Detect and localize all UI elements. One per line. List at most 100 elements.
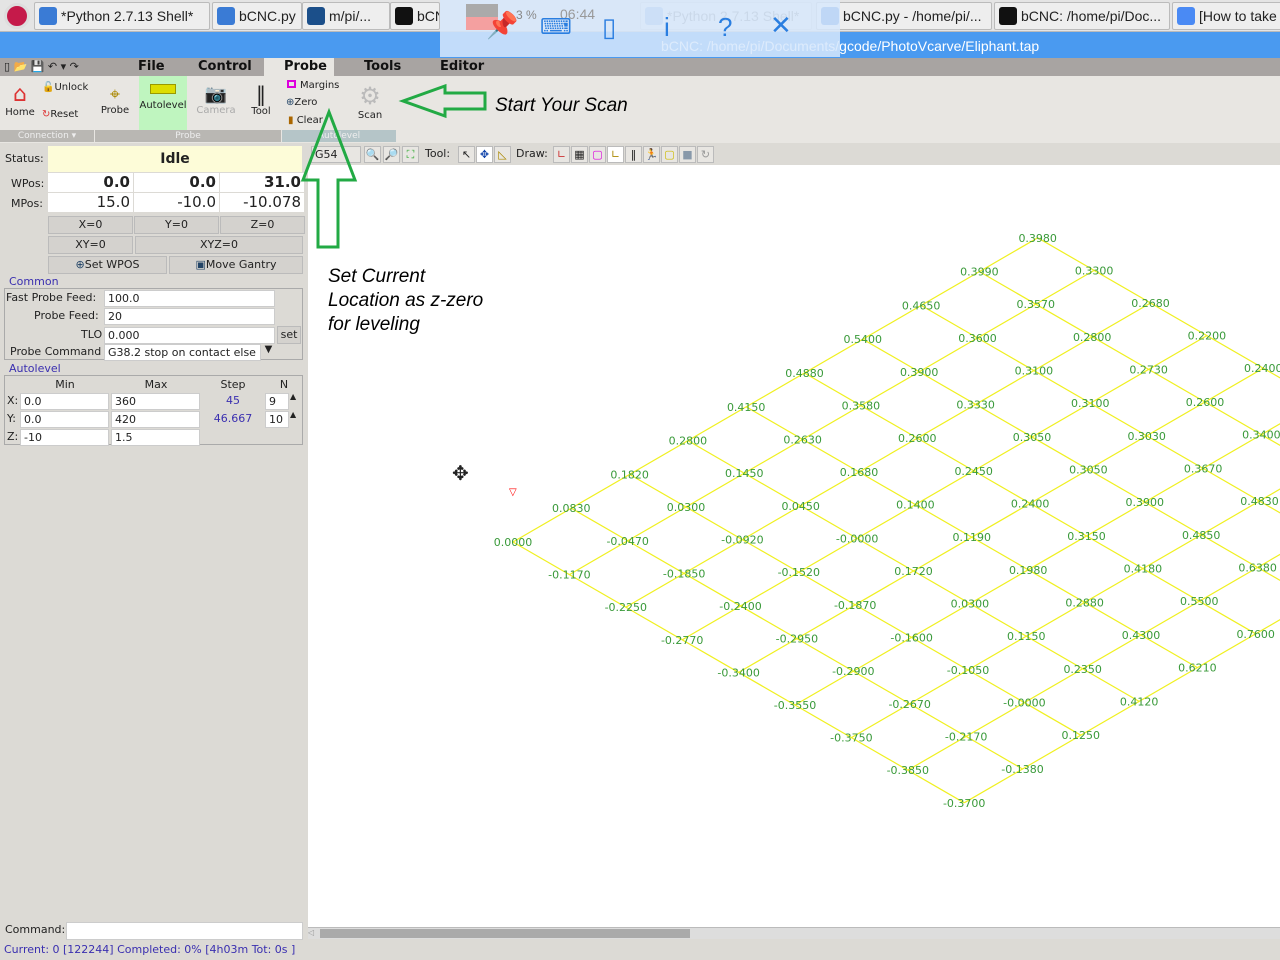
rapid-motion-icon[interactable]: 🏃 [643, 146, 660, 163]
probe-command-select[interactable]: G38.2 stop on contact else [104, 344, 261, 361]
taskbar-item[interactable]: [How to take [1172, 2, 1280, 30]
fast-probe-feed-input[interactable]: 100.0 [104, 290, 275, 307]
probe-value-label: 0.3990 [960, 266, 999, 279]
autolevel-n-spinbox[interactable]: 10 [265, 411, 289, 428]
grid-line [512, 237, 1039, 543]
mpos-y: -10.0 [134, 193, 219, 212]
help-icon[interactable]: ? [718, 12, 732, 43]
autolevel-button[interactable]: Autolevel [139, 76, 187, 130]
taskbar-item[interactable]: bCNC: / [390, 2, 440, 30]
autolevel-max-input[interactable]: 1.5 [111, 429, 200, 446]
scan-button[interactable]: ⚙ Scan [352, 82, 388, 121]
spinner-arrows-icon[interactable]: ▲ [290, 393, 296, 401]
tab-probe[interactable]: Probe [264, 58, 334, 76]
bounding-box-icon[interactable]: ▢ [661, 146, 678, 163]
autolevel-max-input[interactable]: 360 [111, 393, 200, 410]
camera-button[interactable]: 📷 Camera [194, 84, 238, 116]
probe-draw-icon[interactable]: ∟ [607, 146, 624, 163]
wpos-z: 31.0 [220, 173, 304, 192]
probe-button[interactable]: ⌖ Probe [97, 84, 133, 116]
axes-icon[interactable]: ∟ [553, 146, 570, 163]
quick-access-toolbar[interactable]: ▯ 📂 💾 ↶ ▾ ↷ [4, 60, 79, 73]
python-icon [217, 7, 235, 25]
autolevel-min-input[interactable]: 0.0 [20, 411, 109, 428]
spinner-arrows-icon[interactable]: ▲ [290, 411, 296, 419]
taskbar-item[interactable]: bCNC.py - /home/pi/... [816, 2, 992, 30]
scan-annotation: Start Your Scan [495, 95, 628, 116]
canvas-toolbar: G54 🔍 🔎 ⛶ Tool: ↖ ✥ ◺ Draw: ∟ ▦ ▢ ∟ ‖ 🏃 … [308, 143, 1280, 165]
taskbar-item[interactable]: m/pi/... [302, 2, 390, 30]
taskbar-item[interactable]: *Python 2.7.13 Shell* [34, 2, 210, 30]
dropdown-arrow-icon[interactable]: ▼ [262, 344, 275, 360]
margins-icon[interactable]: ▢ [589, 146, 606, 163]
select-pointer-icon[interactable]: ↖ [458, 146, 475, 163]
tab-tools[interactable]: Tools [344, 58, 412, 76]
taskbar-item[interactable]: bCNC: /home/pi/Doc... [994, 2, 1170, 30]
probe-value-label: 0.4120 [1120, 695, 1159, 708]
autolevel-max-input[interactable]: 420 [111, 411, 200, 428]
home-button[interactable]: ⌂ Home [2, 82, 38, 118]
tab-control[interactable]: Control [178, 58, 262, 76]
info-icon[interactable]: i [664, 12, 670, 43]
unlock-button[interactable]: 🔓Unlock [42, 82, 88, 93]
autolevel-n-spinbox[interactable]: 9 [265, 393, 289, 410]
tlo-input[interactable]: 0.000 [104, 327, 275, 344]
reset-button[interactable]: ↻Reset [42, 109, 78, 120]
probe-value-label: 0.2630 [783, 433, 822, 446]
probe-value-label: 0.1820 [610, 468, 649, 481]
scrollbar-thumb[interactable] [320, 929, 690, 938]
mouse-icon[interactable]: ▯ [602, 12, 616, 43]
command-label: Command: [5, 923, 66, 936]
pin-icon[interactable]: 📌 [486, 10, 518, 41]
close-icon[interactable]: ✕ [770, 10, 792, 41]
z-zero-button[interactable]: Z=0 [220, 216, 305, 234]
clear-button[interactable]: ▮ Clear [288, 115, 323, 126]
zoom-in-icon[interactable]: 🔍 [364, 146, 381, 163]
command-input[interactable] [66, 922, 303, 940]
y-zero-button[interactable]: Y=0 [134, 216, 219, 234]
tool-button[interactable]: ‖ Tool [246, 82, 276, 117]
wcs-select[interactable]: G54 [311, 146, 361, 163]
x-zero-button[interactable]: X=0 [48, 216, 133, 234]
probe-feed-input[interactable]: 20 [104, 308, 275, 325]
probe-value-label: 0.3900 [1126, 496, 1165, 509]
taskbar-item-label: *Python 2.7.13 Shell* [61, 8, 194, 24]
raspberry-menu-icon[interactable] [4, 3, 30, 29]
camera-icon[interactable]: ■ [679, 146, 696, 163]
keyboard-icon[interactable]: ⌨ [540, 14, 572, 40]
autolevel-title: Autolevel [8, 362, 62, 375]
wpos-y: 0.0 [134, 173, 219, 192]
zoom-fit-icon[interactable]: ⛶ [402, 146, 419, 163]
group-connection[interactable]: Connection ▾ [0, 130, 94, 142]
workarea-icon[interactable]: ‖ [625, 146, 642, 163]
mpos-label: MPos: [11, 197, 43, 210]
autolevel-icon [150, 84, 176, 94]
taskbar-item[interactable]: bCNC.py [212, 2, 302, 30]
grid-icon[interactable]: ▦ [571, 146, 588, 163]
camera-icon: 📷 [204, 84, 228, 105]
autolevel-min-input[interactable]: 0.0 [20, 393, 109, 410]
common-title: Common [8, 275, 60, 288]
move-cursor-icon: ✥ [452, 461, 469, 485]
zoom-out-icon[interactable]: 🔎 [383, 146, 400, 163]
zero-button[interactable]: ⊕Zero [286, 97, 317, 108]
home-icon: ⌂ [13, 82, 27, 107]
xyz-zero-button[interactable]: XYZ=0 [135, 236, 303, 254]
probe-value-label: 0.2400 [1011, 497, 1050, 510]
pan-move-icon[interactable]: ✥ [476, 146, 493, 163]
tlo-set-button[interactable]: set [277, 326, 301, 344]
taskbar-item-label: bCNC.py [239, 8, 296, 24]
set-wpos-button[interactable]: ⊕Set WPOS [48, 256, 167, 274]
margins-button[interactable]: Margins [287, 80, 339, 91]
tab-file[interactable]: File [118, 58, 178, 76]
horizontal-scrollbar[interactable]: ◁ [308, 927, 1280, 939]
tab-editor[interactable]: Editor [420, 58, 490, 76]
probe-value-label: 0.3400 [1242, 429, 1280, 442]
autolevel-min-input[interactable]: -10 [20, 429, 109, 446]
refresh-icon[interactable]: ↻ [697, 146, 714, 163]
probe-value-label: 0.3900 [900, 366, 939, 379]
ruler-icon[interactable]: ◺ [494, 146, 511, 163]
move-gantry-button[interactable]: ▣Move Gantry [169, 256, 303, 274]
xy-zero-button[interactable]: XY=0 [48, 236, 133, 254]
scroll-left-icon[interactable]: ◁ [308, 928, 318, 939]
